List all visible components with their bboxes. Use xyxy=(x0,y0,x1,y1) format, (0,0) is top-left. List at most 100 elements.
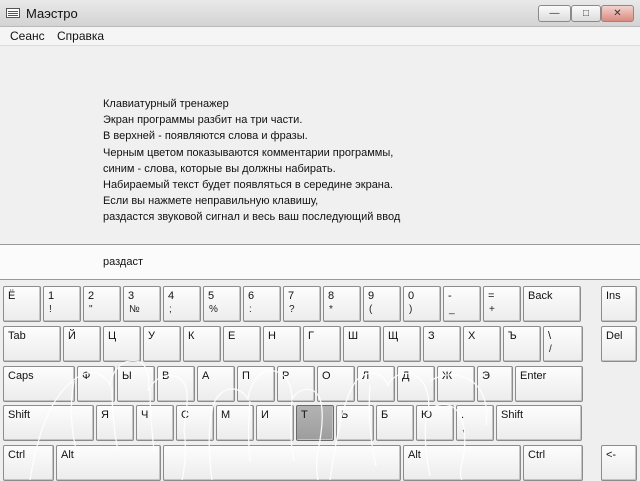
key-label: 5 xyxy=(208,290,215,302)
instructions-panel: Клавиатурный тренажер Экран программы раз… xyxy=(0,46,640,245)
key-arrow-left[interactable]: <- xyxy=(601,445,637,481)
key-r1-3[interactable]: У xyxy=(143,326,181,362)
key-r1-9[interactable]: Щ xyxy=(383,326,421,362)
key-shift-label: % xyxy=(209,304,218,315)
key-label: М xyxy=(221,409,231,421)
key-r3-1[interactable]: Я xyxy=(96,405,134,441)
key-label: 8 xyxy=(328,290,335,302)
key-alt[interactable]: Alt xyxy=(56,445,161,481)
key-r0-7[interactable]: 7? xyxy=(283,286,321,322)
key-r0-9[interactable]: 9( xyxy=(363,286,401,322)
key-r1-6[interactable]: Н xyxy=(263,326,301,362)
key-r1-5[interactable]: Е xyxy=(223,326,261,362)
key-r0-10[interactable]: 0) xyxy=(403,286,441,322)
typed-text: раздаст xyxy=(103,256,143,268)
key-caps-lock[interactable]: Caps xyxy=(3,366,75,402)
key-label: Ё xyxy=(8,290,16,302)
key-r1-13[interactable]: \ / xyxy=(543,326,583,362)
key-label: Alt xyxy=(408,449,421,461)
key-r1-7[interactable]: Г xyxy=(303,326,341,362)
key-r0-6[interactable]: 6: xyxy=(243,286,281,322)
key-label: Ins xyxy=(606,290,621,302)
key-r3-9[interactable]: Ю xyxy=(416,405,454,441)
key-label: <- xyxy=(606,449,617,461)
maximize-icon: □ xyxy=(582,8,590,19)
key-r2-10[interactable]: Ж xyxy=(437,366,475,402)
close-button[interactable]: ✕ xyxy=(601,5,634,22)
menu-session[interactable]: Сеанс xyxy=(10,29,45,43)
key-label: Д xyxy=(402,370,410,382)
key-r2-3[interactable]: В xyxy=(157,366,195,402)
key-r0-11[interactable]: - _ xyxy=(443,286,481,322)
key-label: У xyxy=(148,330,155,342)
key-label: Ъ xyxy=(508,330,517,342)
key-shift-label: ; xyxy=(169,304,172,315)
key-label: Caps xyxy=(8,370,34,382)
key-r0-1[interactable]: 1! xyxy=(43,286,81,322)
key-label: 4 xyxy=(168,290,175,302)
key-r2-9[interactable]: Д xyxy=(397,366,435,402)
key-r0-0[interactable]: Ё xyxy=(3,286,41,322)
key-label: Р xyxy=(282,370,290,382)
key-r0-3[interactable]: 3 № xyxy=(123,286,161,322)
key-space[interactable] xyxy=(163,445,401,481)
instruction-line: Набираемый текст будет появляться в сере… xyxy=(103,179,394,192)
key-label: . xyxy=(461,409,465,421)
key-r2-5[interactable]: П xyxy=(237,366,275,402)
key-label: 3 xyxy=(128,290,135,302)
key-r0-4[interactable]: 4; xyxy=(163,286,201,322)
key-r1-11[interactable]: Х xyxy=(463,326,501,362)
menu-help[interactable]: Справка xyxy=(57,29,104,43)
key-enter[interactable]: Enter xyxy=(515,366,583,402)
instruction-line: В верхней - появляются слова и фразы. xyxy=(103,130,308,143)
key-r2-1[interactable]: Ф xyxy=(77,366,115,402)
key-delete[interactable]: Del xyxy=(601,326,637,362)
key-label: = xyxy=(488,290,495,302)
minimize-button[interactable]: — xyxy=(538,5,571,22)
key-r1-2[interactable]: Ц xyxy=(103,326,141,362)
key-ctrl[interactable]: Ctrl xyxy=(523,445,583,481)
instruction-line: Клавиатурный тренажер xyxy=(103,98,229,110)
key-r2-8[interactable]: Л xyxy=(357,366,395,402)
key-r2-4[interactable]: А xyxy=(197,366,235,402)
key-r0-8[interactable]: 8 * xyxy=(323,286,361,322)
key-r2-2[interactable]: Ы xyxy=(117,366,155,402)
maximize-button[interactable]: □ xyxy=(571,5,601,22)
instruction-line: раздастся звуковой сигнал и весь ваш пос… xyxy=(103,211,401,224)
key-r1-4[interactable]: К xyxy=(183,326,221,362)
key-label: С xyxy=(181,409,189,421)
key-r3-10[interactable]: ., xyxy=(456,405,494,441)
key-r1-10[interactable]: З xyxy=(423,326,461,362)
key-r0-5[interactable]: 5% xyxy=(203,286,241,322)
instruction-line: Экран программы разбит на три части. xyxy=(103,114,303,127)
key-r2-11[interactable]: Э xyxy=(477,366,513,402)
key-label: Ь xyxy=(341,409,349,421)
key-r1-12[interactable]: Ъ xyxy=(503,326,541,362)
key-r0-2[interactable]: 2 " xyxy=(83,286,121,322)
key-r2-6[interactable]: Р xyxy=(277,366,315,402)
key-shift[interactable]: Shift xyxy=(3,405,94,441)
key-r3-4[interactable]: М xyxy=(216,405,254,441)
key-shift-label: " xyxy=(89,304,93,315)
key-label: 0 xyxy=(408,290,415,302)
key-alt[interactable]: Alt xyxy=(403,445,521,481)
key-r3-6[interactable]: Т xyxy=(296,405,334,441)
key-r2-7[interactable]: О xyxy=(317,366,355,402)
key-shift[interactable]: Shift xyxy=(496,405,582,441)
typing-area[interactable]: раздаст xyxy=(0,245,640,280)
key-r3-5[interactable]: И xyxy=(256,405,294,441)
key-r1-8[interactable]: Ш xyxy=(343,326,381,362)
key-r3-8[interactable]: Б xyxy=(376,405,414,441)
key-r3-3[interactable]: С xyxy=(176,405,214,441)
key-r0-12[interactable]: = + xyxy=(483,286,521,322)
key-label: Enter xyxy=(520,370,547,382)
key-r3-7[interactable]: Ь xyxy=(336,405,374,441)
key-r3-2[interactable]: Ч xyxy=(136,405,174,441)
key-insert[interactable]: Ins xyxy=(601,286,637,322)
key-tab[interactable]: Tab xyxy=(3,326,61,362)
app-icon xyxy=(6,8,20,18)
key-r1-1[interactable]: Й xyxy=(63,326,101,362)
key-ctrl[interactable]: Ctrl xyxy=(3,445,54,481)
key-backspace[interactable]: Back xyxy=(523,286,581,322)
key-label: А xyxy=(202,370,210,382)
